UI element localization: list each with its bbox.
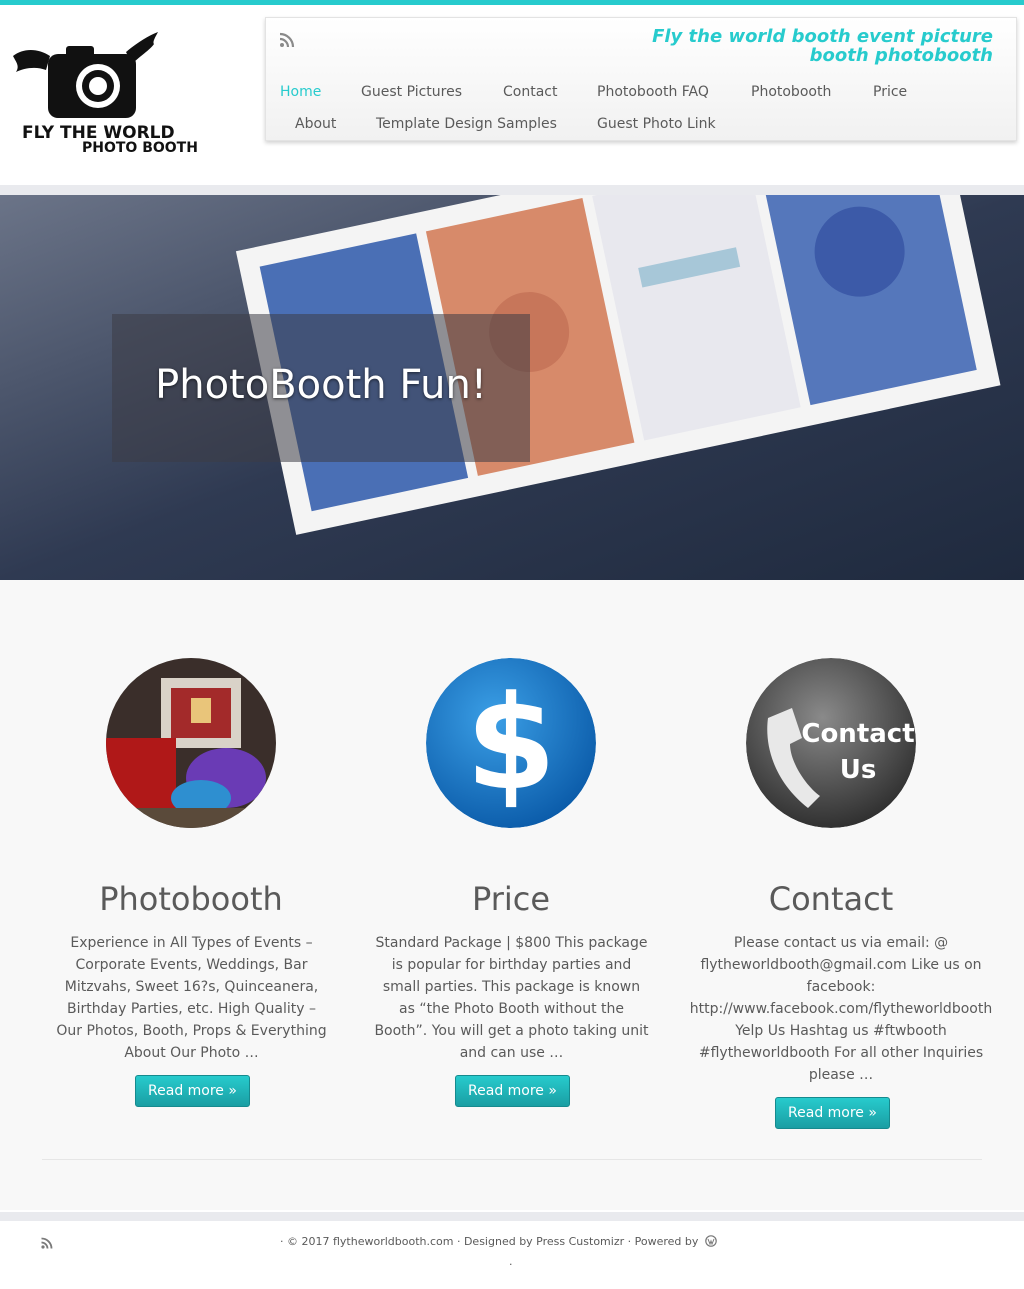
featured-title-photobooth[interactable]: Photobooth (31, 880, 351, 918)
nav-item-photobooth[interactable]: Photobooth (751, 84, 831, 100)
contact-us-phone-icon: Contact Us (746, 658, 916, 828)
photobooth-props-image (106, 658, 276, 828)
wordpress-icon[interactable] (705, 1235, 717, 1247)
nav-item-guest-photo-link[interactable]: Guest Photo Link (597, 116, 716, 132)
footer (0, 1221, 1024, 1289)
nav-item-price[interactable]: Price (873, 84, 907, 100)
header-separator (0, 185, 1024, 195)
contact-thumbnail[interactable]: Contact Us (746, 658, 916, 828)
dollar-sign: $ (466, 667, 556, 819)
rss-icon[interactable] (40, 1236, 54, 1250)
top-accent-bar (0, 0, 1024, 5)
nav-item-guest-pictures[interactable]: Guest Pictures (361, 84, 462, 100)
camera-logo-icon: FLY THE WORLD PHOTO BOOTH (13, 32, 198, 156)
footer-credits-text: · © 2017 flytheworldbooth.com · Designed… (280, 1235, 699, 1248)
hero-caption: PhotoBooth Fun! (155, 362, 487, 408)
featured-text-photobooth: Experience in All Types of Events – Corp… (56, 935, 327, 1061)
nav-item-contact[interactable]: Contact (503, 84, 557, 100)
footer-credits: · © 2017 flytheworldbooth.com · Designed… (280, 1235, 717, 1248)
read-more-contact-button[interactable]: Read more » (775, 1097, 890, 1129)
nav-item-about[interactable]: About (295, 116, 336, 132)
featured-text-contact: Please contact us via email: @ flythewor… (689, 935, 993, 1083)
featured-title-price[interactable]: Price (351, 880, 671, 918)
logo-text-line2: PHOTO BOOTH (82, 140, 198, 156)
contact-icon-line1: Contact (801, 719, 914, 749)
rss-icon[interactable] (278, 31, 296, 49)
contact-icon-line2: Us (840, 755, 877, 785)
featured-text-price: Standard Package | $800 This package is … (374, 935, 649, 1061)
nav-item-photobooth-faq[interactable]: Photobooth FAQ (597, 84, 709, 100)
price-thumbnail[interactable]: $ (426, 658, 596, 828)
featured-divider (42, 1159, 982, 1160)
site-tagline: Fly the world booth event picture booth … (652, 26, 993, 66)
read-more-photobooth-button[interactable]: Read more » (135, 1075, 250, 1107)
site-logo[interactable]: FLY THE WORLD PHOTO BOOTH (8, 26, 238, 166)
footer-dot: · (509, 1258, 513, 1271)
dollar-icon: $ (426, 658, 596, 828)
nav-item-home[interactable]: Home (280, 84, 321, 100)
nav-item-template-design-samples[interactable]: Template Design Samples (376, 116, 557, 132)
read-more-price-button[interactable]: Read more » (455, 1075, 570, 1107)
footer-separator (0, 1212, 1024, 1221)
photobooth-thumbnail[interactable] (106, 658, 276, 828)
featured-title-contact[interactable]: Contact (671, 880, 991, 918)
